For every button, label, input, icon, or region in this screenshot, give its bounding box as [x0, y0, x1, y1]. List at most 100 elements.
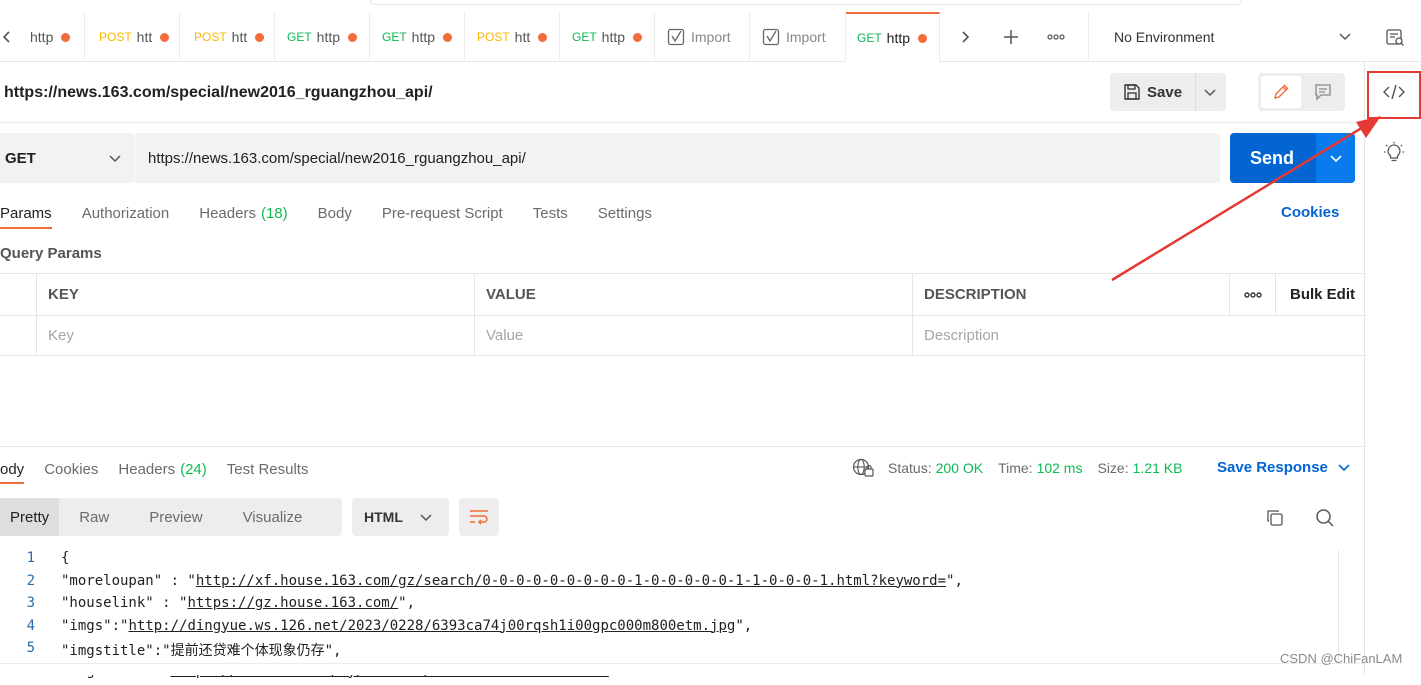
format-select[interactable]: HTML [352, 498, 449, 536]
tab-method: POST [99, 30, 132, 44]
request-tab[interactable]: GEThttp [275, 12, 370, 62]
code-text: "imgstitle":"提前还贷难个体现象仍存", [61, 640, 341, 660]
request-tab[interactable]: GEThttp [370, 12, 465, 62]
checkbox-cell [0, 316, 36, 355]
code-link[interactable]: http://dingyue.ws.126.net/2023/0228/6393… [128, 618, 735, 634]
tab-response-cookies[interactable]: Cookies [44, 461, 98, 478]
unsaved-dot-icon [348, 33, 357, 42]
more-options-icon[interactable] [1034, 12, 1078, 62]
environment-select[interactable]: No Environment [1088, 12, 1364, 62]
unsaved-dot-icon [255, 33, 264, 42]
key-input[interactable]: Key [36, 316, 474, 355]
line-number: 5 [0, 640, 35, 656]
chevron-right-icon[interactable] [940, 12, 990, 62]
unsaved-dot-icon [160, 33, 169, 42]
url-input[interactable]: https://news.163.com/special/new2016_rgu… [135, 133, 1220, 183]
tab-response-headers[interactable]: Headers(24) [118, 461, 206, 478]
code-line: 4 "imgs":"http://dingyue.ws.126.net/2023… [0, 618, 1354, 641]
tab-response-headers-label: Headers [118, 461, 175, 478]
code-text: { [61, 550, 69, 566]
view-raw[interactable]: Raw [79, 509, 109, 526]
request-title[interactable]: https://news.163.com/special/new2016_rgu… [4, 84, 433, 102]
code-link[interactable]: http://xf.house.163.com/gz/search/0-0-0-… [196, 573, 946, 589]
view-preview[interactable]: Preview [149, 509, 202, 526]
view-visualize[interactable]: Visualize [243, 509, 303, 526]
tab-method: POST [477, 30, 510, 44]
size-value[interactable]: 1.21 KB [1133, 460, 1183, 476]
tab-headers[interactable]: Headers(18) [199, 205, 287, 222]
code-line: 5 "imgstitle":"提前还贷难个体现象仍存", [0, 640, 1354, 663]
value-input[interactable]: Value [474, 316, 912, 355]
request-tab[interactable]: http [14, 12, 85, 62]
request-tab[interactable]: POSThtt [85, 12, 180, 62]
watermark: CSDN @ChiFanLAM [1280, 651, 1402, 666]
chevron-down-icon [420, 512, 432, 522]
unsaved-dot-icon [918, 34, 927, 43]
environment-label: No Environment [1114, 29, 1214, 45]
tab-test-results[interactable]: Test Results [227, 461, 309, 478]
plus-icon[interactable] [990, 12, 1032, 62]
import-tab[interactable]: Import [655, 12, 750, 62]
format-label: HTML [364, 509, 403, 525]
code-link[interactable]: https://gz.house.163.com/ [187, 595, 398, 611]
url-value: https://news.163.com/special/new2016_rgu… [148, 150, 526, 167]
size-label: Size: [1097, 460, 1128, 476]
globe-icon[interactable] [852, 458, 874, 478]
time-value[interactable]: 102 ms [1037, 460, 1083, 476]
tab-label: htt [515, 29, 531, 45]
headers-count: (18) [261, 205, 288, 222]
tab-method: GET [572, 30, 597, 44]
tab-method: GET [857, 31, 882, 45]
request-tab[interactable]: POST htt [465, 12, 560, 62]
tab-tests[interactable]: Tests [533, 205, 568, 222]
line-number: 3 [0, 595, 35, 611]
chevron-down-icon [1338, 462, 1350, 472]
import-icon [667, 28, 685, 46]
code-text: "moreloupan" : "http://xf.house.163.com/… [61, 573, 963, 589]
view-pretty[interactable]: Pretty [0, 498, 59, 536]
response-tabs: ody Cookies Headers(24) Test Results [0, 452, 328, 486]
status-value[interactable]: 200 OK [936, 460, 983, 476]
line-number: 2 [0, 573, 35, 589]
search-icon[interactable] [1307, 500, 1343, 536]
checkbox-column [0, 274, 36, 315]
tab-label: http [317, 29, 340, 45]
tab-prerequest-script[interactable]: Pre-request Script [382, 205, 503, 222]
tab-settings[interactable]: Settings [598, 205, 652, 222]
tab-body[interactable]: Body [318, 205, 352, 222]
request-tab[interactable]: POSThtt [180, 12, 275, 62]
request-tab-active[interactable]: GEThttp [846, 12, 940, 62]
unsaved-dot-icon [538, 33, 547, 42]
description-input[interactable]: Description [912, 316, 1364, 355]
tab-params[interactable]: Params [0, 205, 52, 229]
unsaved-dot-icon [61, 33, 70, 42]
code-line: 1 { [0, 550, 1354, 573]
code-text: "houselink" : "https://gz.house.163.com/… [61, 595, 415, 611]
tab-method: GET [382, 30, 407, 44]
tab-response-body[interactable]: ody [0, 461, 24, 484]
wrap-lines-button[interactable] [459, 498, 499, 536]
tab-authorization[interactable]: Authorization [82, 205, 170, 222]
save-response-label: Save Response [1217, 459, 1328, 476]
tab-bar: http POSThtt POSThtt GEThttp GEThttp POS… [0, 0, 1421, 62]
pane-divider[interactable] [0, 446, 1364, 447]
request-tab[interactable]: GEThttp [560, 12, 655, 62]
method-label: GET [5, 150, 36, 167]
unsaved-dot-icon [443, 33, 452, 42]
environment-quick-look-icon[interactable] [1370, 12, 1420, 62]
chevron-left-icon[interactable] [0, 12, 14, 62]
code-text: "imgs":"http://dingyue.ws.126.net/2023/0… [61, 618, 752, 634]
code-line: 3 "houselink" : "https://gz.house.163.co… [0, 595, 1354, 618]
save-response-button[interactable]: Save Response [1217, 459, 1350, 476]
copy-icon[interactable] [1257, 500, 1293, 536]
import-tab[interactable]: Import [750, 12, 846, 62]
wrap-lines-icon [469, 509, 489, 525]
pencil-icon [1272, 83, 1290, 101]
code-line: 2 "moreloupan" : "http://xf.house.163.co… [0, 573, 1354, 596]
method-select[interactable]: GET [0, 133, 134, 183]
tab-label: Import [691, 29, 731, 45]
chevron-down-icon[interactable] [1204, 87, 1216, 97]
tab-label: htt [232, 29, 248, 45]
bottom-edge [0, 663, 1364, 675]
comment-icon [1314, 83, 1332, 101]
